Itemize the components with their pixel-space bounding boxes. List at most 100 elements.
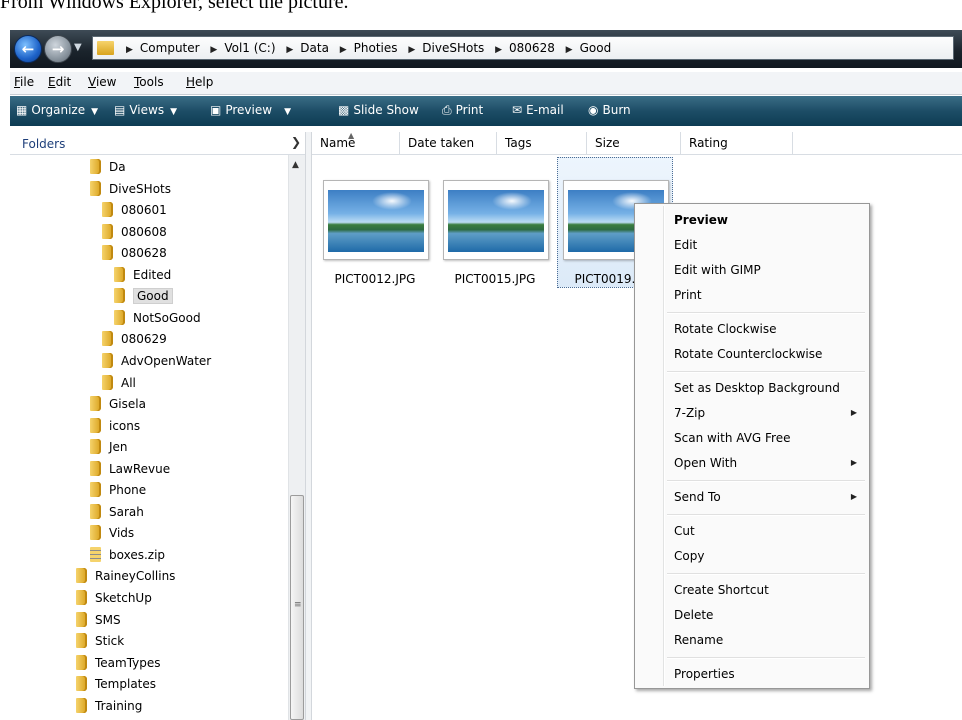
tree-item-label: Sarah <box>109 504 144 519</box>
context-menu-create-shortcut[interactable]: Create Shortcut <box>637 578 867 602</box>
breadcrumb-separator-icon: ▶ <box>339 45 347 55</box>
context-menu-edit-with-gimp[interactable]: Edit with GIMP <box>637 258 867 282</box>
breadcrumb-vol1[interactable]: Vol1 (C:) <box>224 41 275 55</box>
menu-tools[interactable]: Tools <box>134 75 164 89</box>
context-menu-rotate-clockwise[interactable]: Rotate Clockwise <box>637 317 867 341</box>
context-menu-7zip-label: 7-Zip <box>674 406 706 420</box>
landscape-image <box>328 190 424 252</box>
tree-item[interactable]: 080628 <box>102 243 167 263</box>
tree-item[interactable]: Da <box>90 157 126 177</box>
context-menu-set-desktop-background[interactable]: Set as Desktop Background <box>637 376 867 400</box>
breadcrumb-photies[interactable]: Photies <box>354 41 398 55</box>
context-menu-rotate-counterclockwise[interactable]: Rotate Counterclockwise <box>637 342 867 366</box>
tree-item[interactable]: icons <box>90 416 140 436</box>
menu-view[interactable]: View <box>88 75 116 89</box>
file-thumbnail-pict0012[interactable] <box>315 180 429 260</box>
context-menu-properties[interactable]: Properties <box>637 662 867 686</box>
tree-item[interactable]: Templates <box>76 674 156 694</box>
context-menu-edit[interactable]: Edit <box>637 233 867 257</box>
context-menu-7zip[interactable]: 7-Zip ▶ <box>637 401 867 425</box>
print-button[interactable]: ⎙ Print <box>442 103 483 118</box>
tree-item[interactable]: All <box>102 373 136 393</box>
tree-item[interactable]: Vids <box>90 523 134 543</box>
scroll-up-arrow-icon[interactable]: ▲ <box>292 160 299 170</box>
views-button[interactable]: ▤ Views ▼ <box>114 103 177 117</box>
tree-item[interactable]: 080608 <box>102 222 167 242</box>
scroll-thumb[interactable]: ≡ <box>290 495 304 720</box>
forward-button[interactable]: → <box>44 35 72 63</box>
breadcrumb-080628[interactable]: 080628 <box>509 41 555 55</box>
tree-item[interactable]: NotSoGood <box>114 308 201 328</box>
tree-item[interactable]: RaineyCollins <box>76 566 175 586</box>
tree-item[interactable]: AdvOpenWater <box>102 351 211 371</box>
tree-item-label: Da <box>109 160 126 174</box>
breadcrumb-computer[interactable]: Computer <box>140 41 200 55</box>
tree-item[interactable]: Good <box>114 286 173 306</box>
column-date-taken[interactable]: Date taken <box>400 132 497 154</box>
views-label: Views <box>129 103 165 117</box>
context-menu-open-with[interactable]: Open With ▶ <box>637 451 867 475</box>
context-menu-print[interactable]: Print <box>637 283 867 307</box>
organize-button[interactable]: ▦ Organize ▼ <box>16 103 98 117</box>
context-menu-send-to[interactable]: Send To ▶ <box>637 485 867 509</box>
column-rating[interactable]: Rating <box>681 132 793 154</box>
tree-item[interactable]: TeamTypes <box>76 653 161 673</box>
tree-item[interactable]: Training <box>76 696 142 716</box>
breadcrumb-diveshots[interactable]: DiveSHots <box>422 41 484 55</box>
pane-splitter[interactable] <box>305 132 312 720</box>
tree-item[interactable]: 080601 <box>102 200 167 220</box>
chevron-down-icon[interactable]: ❯ <box>291 135 301 149</box>
column-tags[interactable]: Tags <box>497 132 587 154</box>
tree-item-label: All <box>121 375 136 390</box>
folder-icon <box>76 633 87 649</box>
tree-item[interactable]: boxes.zip <box>90 545 165 565</box>
context-menu-copy[interactable]: Copy <box>637 544 867 568</box>
menu-edit[interactable]: Edit <box>48 75 71 89</box>
chevron-down-icon: ▼ <box>284 107 291 117</box>
slideshow-button[interactable]: ▩ Slide Show <box>338 103 419 117</box>
tree-item[interactable]: Phone <box>90 480 146 500</box>
tree-item[interactable]: Jen <box>90 437 128 457</box>
tree-item[interactable]: Sarah <box>90 502 144 522</box>
recent-pages-dropdown-icon[interactable]: ▼ <box>74 42 82 53</box>
menu-file[interactable]: File <box>14 75 34 89</box>
folders-pane-header[interactable]: Folders ❯ <box>10 132 305 155</box>
tree-item[interactable]: 080629 <box>102 329 167 349</box>
folders-label: Folders <box>22 137 66 151</box>
column-rating-label: Rating <box>689 136 728 150</box>
context-menu-cut[interactable]: Cut <box>637 519 867 543</box>
menu-help[interactable]: Help <box>186 75 213 89</box>
tree-item-label: Stick <box>95 634 125 649</box>
breadcrumb-data[interactable]: Data <box>300 41 329 55</box>
preview-button[interactable]: ▣ Preview ▼ <box>210 103 291 117</box>
back-button[interactable]: ← <box>14 35 42 63</box>
breadcrumb-good[interactable]: Good <box>580 41 612 55</box>
arrow-right-icon: → <box>51 40 65 58</box>
email-button[interactable]: ✉ E-mail <box>512 103 564 117</box>
folder-icon <box>76 611 87 627</box>
context-menu-delete[interactable]: Delete <box>637 603 867 627</box>
file-thumbnail-pict0015[interactable] <box>435 180 549 260</box>
tree-item[interactable]: Edited <box>114 265 171 285</box>
tree-item-label: RaineyCollins <box>95 569 176 584</box>
folder-tree-scrollbar[interactable]: ▲ ≡ <box>288 155 305 720</box>
column-size[interactable]: Size <box>587 132 681 154</box>
tree-item[interactable]: Gisela <box>90 394 146 414</box>
address-box[interactable]: ▶ Computer ▶ Vol1 (C:) ▶ Data ▶ Photies ▶ Div… <box>92 36 954 60</box>
column-name[interactable]: ▲ Name <box>312 131 400 154</box>
tree-item[interactable]: LawRevue <box>90 459 170 479</box>
file-label-pict0012[interactable]: PICT0012.JPG <box>315 272 435 286</box>
tree-item[interactable]: SketchUp <box>76 588 152 608</box>
context-menu-send-to-label: Send To <box>674 490 721 504</box>
burn-button[interactable]: ◉ Burn <box>588 103 631 117</box>
tree-item-label: Gisela <box>109 397 146 412</box>
file-label-pict0015[interactable]: PICT0015.JPG <box>435 272 555 286</box>
menu-view-label: iew <box>95 75 117 89</box>
tree-item[interactable]: Stick <box>76 631 124 651</box>
folder-icon <box>102 374 113 390</box>
context-menu-rename[interactable]: Rename <box>637 628 867 652</box>
context-menu-scan-avg[interactable]: Scan with AVG Free <box>637 426 867 450</box>
tree-item[interactable]: DiveSHots <box>90 179 171 199</box>
context-menu-preview[interactable]: Preview <box>637 208 867 232</box>
tree-item[interactable]: SMS <box>76 610 121 630</box>
